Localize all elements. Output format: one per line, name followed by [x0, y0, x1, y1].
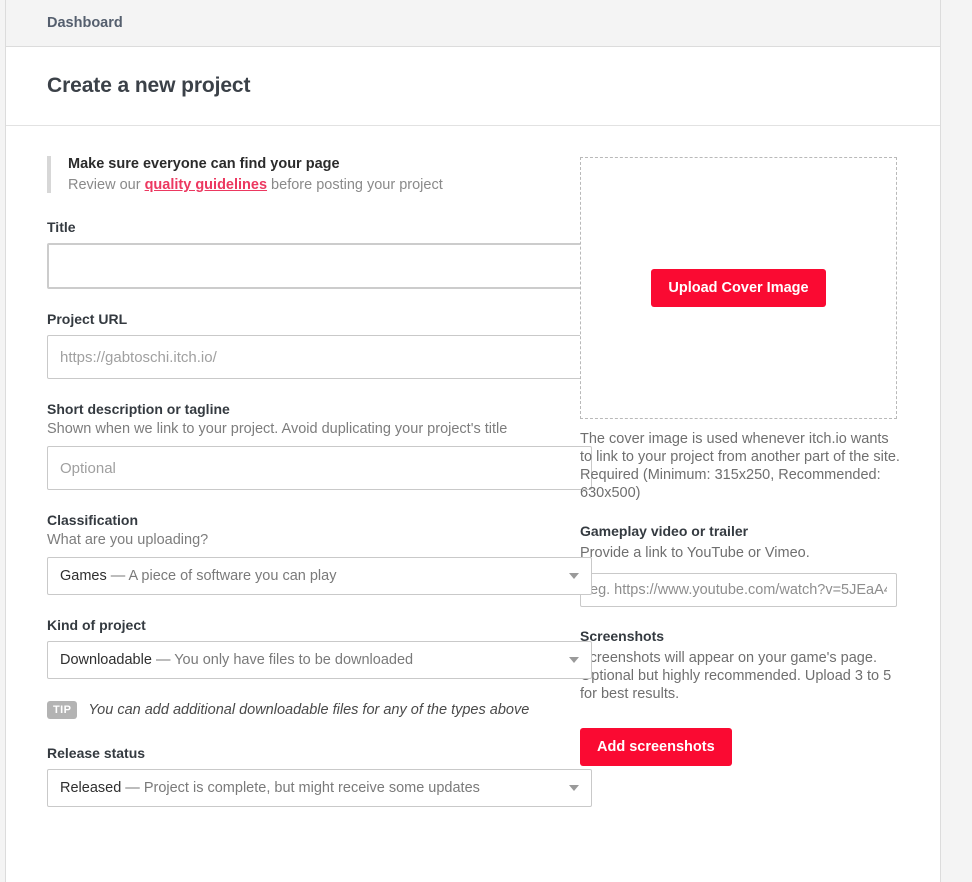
title-label: Title [47, 219, 76, 235]
quality-guidelines-link[interactable]: quality guidelines [145, 177, 267, 193]
add-screenshots-button[interactable]: Add screenshots [580, 728, 732, 766]
kind-of-project-selected-desc: — You only have files to be downloaded [155, 652, 414, 668]
cover-image-dropzone[interactable]: Upload Cover Image [580, 157, 897, 419]
release-status-selected-desc: — Project is complete, but might receive… [125, 780, 480, 796]
field-group-classification: Classification What are you uploading? G… [47, 512, 592, 595]
upload-cover-image-button[interactable]: Upload Cover Image [651, 269, 826, 307]
chevron-down-icon [569, 657, 579, 663]
notice-text-after: before posting your project [267, 177, 443, 193]
kind-of-project-select-value: Downloadable — You only have files to be… [60, 652, 413, 668]
tip-text: You can add additional downloadable file… [88, 702, 530, 718]
field-group-short-description: Short description or tagline Shown when … [47, 401, 592, 490]
short-description-input[interactable] [47, 446, 592, 490]
classification-selected-name: Games [60, 568, 107, 584]
release-status-label: Release status [47, 745, 146, 761]
kind-of-project-label: Kind of project [47, 617, 146, 633]
short-description-hint: Shown when we link to your project. Avoi… [47, 421, 508, 437]
classification-selected-desc: — A piece of software you can play [110, 568, 337, 584]
field-group-project-url: Project URL [47, 311, 592, 379]
form-right-column: Upload Cover Image The cover image is us… [566, 156, 900, 829]
breadcrumb: Dashboard [6, 0, 940, 47]
chevron-down-icon [569, 785, 579, 791]
notice-text-before: Review our [68, 177, 145, 193]
tip-badge: TIP [47, 701, 78, 719]
breadcrumb-link-dashboard[interactable]: Dashboard [47, 15, 123, 31]
tip-row: TIP You can add additional downloadable … [47, 701, 566, 719]
gameplay-video-input[interactable] [580, 573, 897, 607]
page-title-bar: Create a new project [6, 47, 940, 126]
chevron-down-icon [569, 573, 579, 579]
title-input[interactable] [47, 243, 592, 289]
classification-hint: What are you uploading? [47, 532, 209, 548]
field-group-release-status: Release status Released — Project is com… [47, 745, 592, 807]
release-status-select[interactable]: Released — Project is complete, but migh… [47, 769, 592, 807]
form-columns: Make sure everyone can find your page Re… [6, 126, 940, 829]
screenshots-label: Screenshots [580, 628, 665, 644]
kind-of-project-select[interactable]: Downloadable — You only have files to be… [47, 641, 592, 679]
project-url-input[interactable] [47, 335, 592, 379]
quality-notice: Make sure everyone can find your page Re… [47, 156, 566, 193]
project-url-label: Project URL [47, 311, 128, 327]
classification-select-value: Games — A piece of software you can play [60, 568, 336, 584]
release-status-select-value: Released — Project is complete, but migh… [60, 780, 480, 796]
gameplay-video-hint: Provide a link to YouTube or Vimeo. [580, 545, 810, 561]
field-group-title: Title [47, 219, 592, 289]
field-group-kind-of-project: Kind of project Downloadable — You only … [47, 617, 592, 679]
gameplay-video-label: Gameplay video or trailer [580, 523, 749, 539]
kind-of-project-selected-name: Downloadable [60, 652, 152, 668]
release-status-selected-name: Released [60, 780, 122, 796]
classification-label: Classification [47, 512, 139, 528]
page-shell: Dashboard Create a new project Make sure… [5, 0, 941, 882]
quality-notice-body: Review our quality guidelines before pos… [68, 177, 566, 193]
cover-image-help: The cover image is used whenever itch.io… [580, 431, 900, 501]
page-title: Create a new project [47, 74, 251, 97]
quality-notice-title: Make sure everyone can find your page [68, 156, 340, 172]
short-description-label: Short description or tagline [47, 401, 230, 417]
classification-select[interactable]: Games — A piece of software you can play [47, 557, 592, 595]
screenshots-hint: Screenshots will appear on your game's p… [580, 650, 892, 702]
form-left-column: Make sure everyone can find your page Re… [6, 156, 592, 829]
